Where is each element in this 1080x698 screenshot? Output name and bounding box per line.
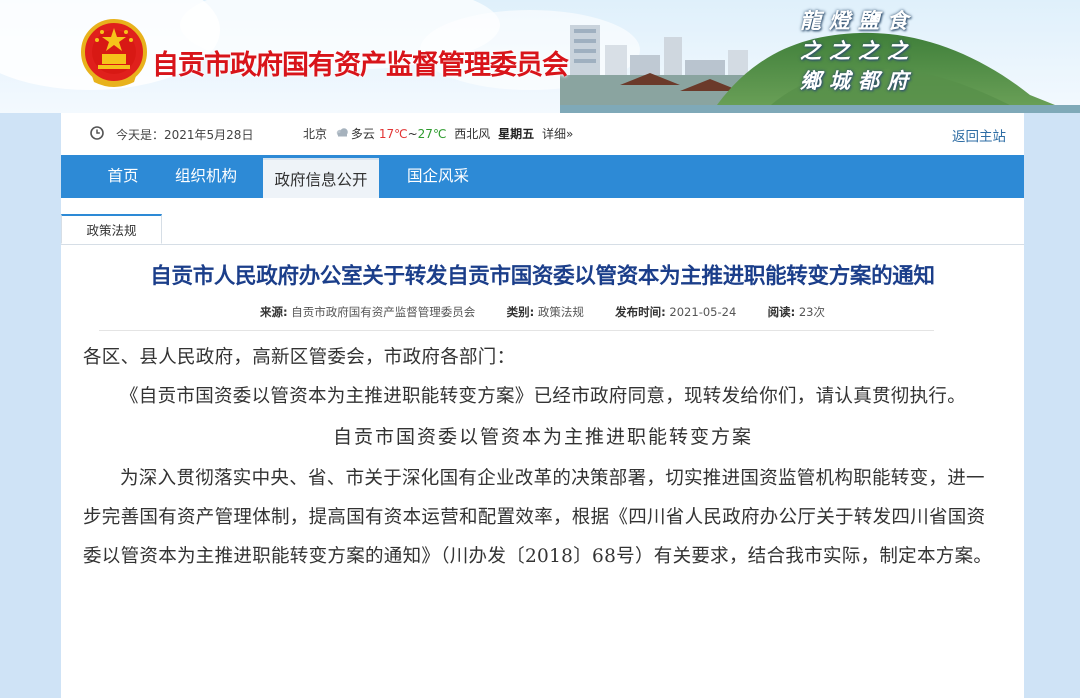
weather-widget: 北京 多云 17℃~27℃ 西北风 星期五 详细»: [303, 125, 577, 142]
clock-icon: [90, 126, 104, 140]
cloudy-weather-icon: [336, 128, 348, 137]
wind-direction: 西北风: [454, 127, 491, 141]
article-paragraph-2: 为深入贯彻落实中央、省、市关于深化国有企业改革的决策部署，切实推进国资监管机构职…: [83, 468, 993, 567]
meta-source: 自贡市政府国有资产监督管理委员会: [291, 305, 476, 319]
header-banner: 自贡市政府国有资产监督管理委员会 龍燈鹽食 之之之之 鄉城都府: [0, 0, 1080, 113]
article-salutation: 各区、县人民政府，高新区管委会，市政府各部门：: [83, 347, 516, 368]
weekday: 星期五: [498, 127, 535, 141]
calligraphy-slogan: 龍燈鹽食 之之之之 鄉城都府: [800, 6, 1030, 100]
meta-category: 政策法规: [537, 305, 584, 319]
article-body: 各区、县人民政府，高新区管委会，市政府各部门： 《自贡市国资委以管资本为主推进职…: [83, 338, 1003, 576]
meta-date-label: 发布时间:: [615, 305, 666, 319]
article-title: 自贡市人民政府办公室关于转发自贡市国资委以管资本为主推进职能转变方案的通知: [150, 264, 935, 289]
temp-separator: ~: [407, 127, 418, 141]
article-subtitle: 自贡市国资委以管资本为主推进职能转变方案: [332, 426, 753, 448]
meta-date: 2021-05-24: [669, 305, 737, 319]
site-title[interactable]: 自贡市政府国有资产监督管理委员会: [152, 43, 569, 82]
national-emblem-icon: [81, 19, 147, 87]
divider: [99, 330, 934, 331]
nav-item-organization[interactable]: 组织机构: [166, 155, 246, 198]
weather-details-link[interactable]: 详细»: [542, 127, 573, 141]
meta-category-label: 类别:: [506, 305, 535, 319]
article-panel: 政策法规 自贡市人民政府办公室关于转发自贡市国资委以管资本为主推进职能转变方案的…: [61, 198, 1024, 698]
current-date: 今天是：2021年5月28日: [116, 128, 254, 142]
weather-city: 北京: [303, 127, 328, 141]
calligraphy-line-2: 之之之之: [800, 38, 916, 63]
weather-condition: 多云: [350, 127, 375, 141]
temp-high: 17℃: [378, 127, 408, 141]
nav-item-home[interactable]: 首页: [90, 155, 156, 198]
nav-item-gov-info[interactable]: 政府信息公开: [263, 158, 379, 200]
info-bar: 今天是：2021年5月28日 北京 多云 17℃~27℃ 西北风 星期五 详细» …: [61, 113, 1024, 155]
nav-item-soe-showcase[interactable]: 国企风采: [395, 155, 481, 198]
article-meta: 来源: 自贡市政府国有资产监督管理委员会 类别: 政策法规 发布时间: 2021…: [61, 304, 1024, 320]
main-nav: 首页 组织机构 政府信息公开 国企风采: [61, 155, 1024, 200]
meta-source-label: 来源:: [260, 305, 288, 319]
temp-low: 27℃: [417, 127, 447, 141]
article-paragraph-1: 《自贡市国资委以管资本为主推进职能转变方案》已经市政府同意，现转发给你们，请认真…: [120, 386, 967, 407]
tab-policy-regulations[interactable]: 政策法规: [61, 214, 162, 244]
meta-views-label: 阅读:: [767, 305, 796, 319]
meta-views: 23次: [798, 305, 825, 319]
calligraphy-line-3: 鄉城都府: [800, 68, 916, 93]
calligraphy-line-1: 龍燈鹽食: [800, 8, 916, 33]
category-tab-row: 政策法规: [61, 214, 1024, 245]
back-home-link[interactable]: 返回主站: [952, 125, 1006, 145]
